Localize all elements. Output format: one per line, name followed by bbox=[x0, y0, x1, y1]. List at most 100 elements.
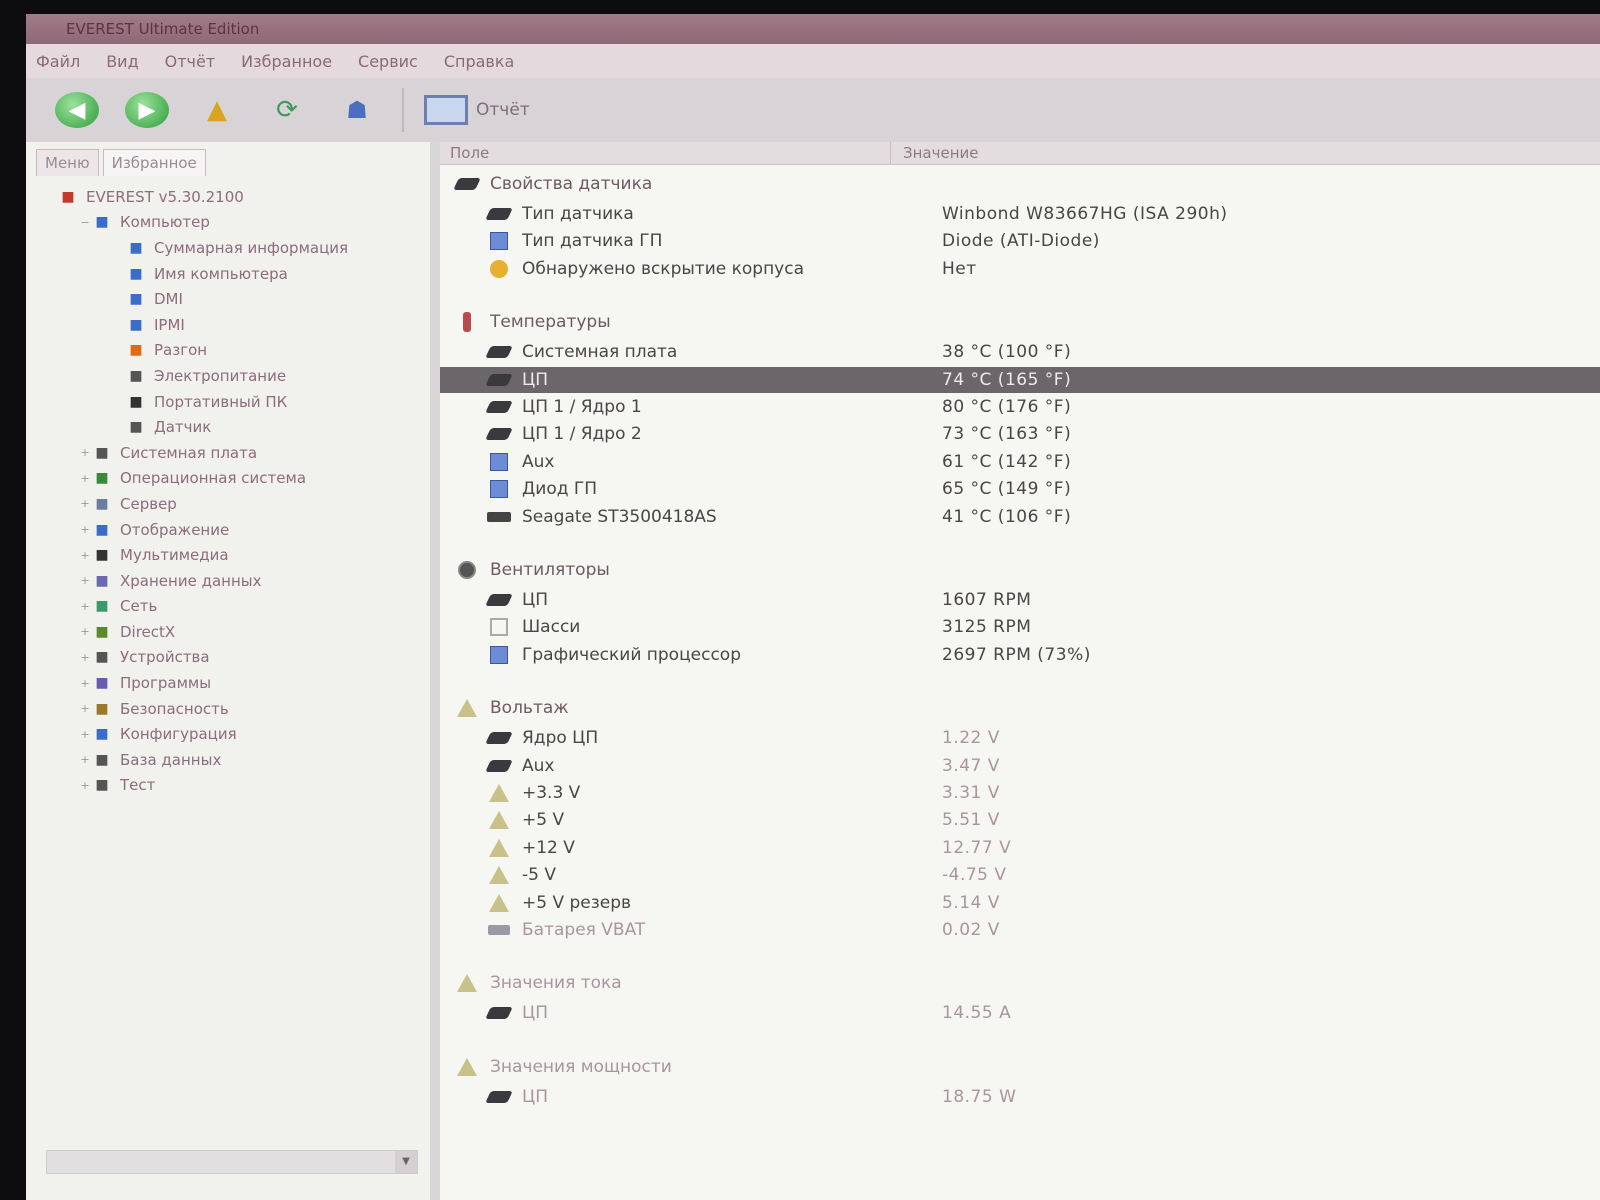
scroll-down-icon[interactable]: ▼ bbox=[395, 1151, 417, 1173]
sensor-row[interactable]: ЦП 74 °C (165 °F) bbox=[440, 366, 1600, 393]
sensor-row[interactable]: +5 V резерв 5.14 V bbox=[440, 890, 1600, 916]
tree-expander[interactable]: + bbox=[78, 677, 92, 690]
section-header[interactable]: Вольтаж bbox=[440, 695, 1600, 721]
motherboard-icon: ■ bbox=[95, 444, 109, 461]
sensor-row[interactable]: Батарея VBAT 0.02 V bbox=[440, 917, 1600, 943]
tree-expander[interactable]: + bbox=[78, 779, 92, 792]
sensor-row[interactable]: +5 V 5.51 V bbox=[440, 807, 1600, 833]
tree-expander[interactable]: + bbox=[78, 574, 92, 587]
sensor-row[interactable]: Seagate ST3500418AS 41 °C (106 °F) bbox=[440, 504, 1600, 530]
tree-expander[interactable]: + bbox=[78, 523, 92, 536]
tree-item[interactable]: ■ Датчик bbox=[26, 414, 430, 440]
tree-expander[interactable]: + bbox=[78, 472, 92, 485]
section-header[interactable]: Температуры bbox=[440, 309, 1600, 335]
sensor-row[interactable]: Обнаружено вскрытие корпуса Нет bbox=[440, 256, 1600, 282]
tab-menu[interactable]: Меню bbox=[36, 149, 99, 176]
tree-item[interactable]: + ■ Конфигурация bbox=[26, 721, 430, 747]
tree-expander[interactable]: + bbox=[78, 753, 92, 766]
voltage-icon bbox=[486, 838, 512, 858]
tree-item[interactable]: ■ DMI bbox=[26, 286, 430, 312]
menu-report[interactable]: Отчёт bbox=[165, 52, 216, 71]
sensor-row[interactable]: Шасси 3125 RPM bbox=[440, 614, 1600, 640]
section-header[interactable]: Значения тока bbox=[440, 970, 1600, 996]
tree-item[interactable]: + ■ Отображение bbox=[26, 517, 430, 543]
back-button[interactable]: ◀ bbox=[52, 88, 102, 132]
tree-item[interactable]: ■ Суммарная информация bbox=[26, 235, 430, 261]
database-icon: ■ bbox=[95, 751, 109, 768]
left-tabs: Меню Избранное bbox=[26, 142, 430, 176]
sensor-row[interactable]: -5 V -4.75 V bbox=[440, 862, 1600, 888]
toolbar: ◀ ▶ ▲ ⟳ ☗ Отчёт bbox=[26, 78, 1600, 143]
tree-item[interactable]: − ■ Компьютер bbox=[26, 210, 430, 236]
sensor-row[interactable]: +12 V 12.77 V bbox=[440, 835, 1600, 861]
tree-expander[interactable]: + bbox=[78, 446, 92, 459]
field-value: 2697 RPM (73%) bbox=[942, 644, 1091, 665]
tree-item[interactable]: ■ Разгон bbox=[26, 338, 430, 364]
tree-item[interactable]: + ■ База данных bbox=[26, 747, 430, 773]
sensor-row[interactable]: ЦП 1 / Ядро 2 73 °C (163 °F) bbox=[440, 421, 1600, 447]
sensor-row[interactable]: Системная плата 38 °C (100 °F) bbox=[440, 339, 1600, 365]
tree-expander[interactable]: − bbox=[78, 216, 92, 229]
report-button[interactable]: Отчёт bbox=[424, 95, 530, 125]
section-header[interactable]: Значения мощности bbox=[440, 1054, 1600, 1080]
tree-item[interactable]: + ■ Хранение данных bbox=[26, 568, 430, 594]
section-header[interactable]: Свойства датчика bbox=[440, 171, 1600, 197]
tree-item[interactable]: + ■ Мультимедиа bbox=[26, 542, 430, 568]
field-label: Графический процессор bbox=[522, 644, 741, 665]
tree-expander[interactable]: + bbox=[78, 728, 92, 741]
tree-expander[interactable]: + bbox=[78, 702, 92, 715]
tree-item[interactable]: + ■ Безопасность bbox=[26, 696, 430, 722]
pane-splitter[interactable] bbox=[430, 142, 440, 1200]
tree-item[interactable]: + ■ Устройства bbox=[26, 645, 430, 671]
sensor-row[interactable]: Тип датчика Winbond W83667HG (ISA 290h) bbox=[440, 201, 1600, 227]
tree-expander[interactable]: + bbox=[78, 549, 92, 562]
tree-item[interactable]: ■ IPMI bbox=[26, 312, 430, 338]
tree-expander[interactable]: + bbox=[78, 625, 92, 638]
refresh-button[interactable]: ⟳ bbox=[262, 88, 312, 132]
sensor-row[interactable]: Тип датчика ГП Diode (ATI-Diode) bbox=[440, 228, 1600, 254]
sensor-row[interactable]: ЦП 1607 RPM bbox=[440, 587, 1600, 613]
tab-favorites[interactable]: Избранное bbox=[102, 149, 206, 176]
sensor-row[interactable]: ЦП 18.75 W bbox=[440, 1084, 1600, 1110]
menu-service[interactable]: Сервис bbox=[358, 52, 418, 71]
sensor-row[interactable]: Aux 61 °C (142 °F) bbox=[440, 449, 1600, 475]
tree-item[interactable]: + ■ Программы bbox=[26, 670, 430, 696]
tree-item[interactable]: + ■ Сервер bbox=[26, 491, 430, 517]
tree-expander[interactable]: + bbox=[78, 497, 92, 510]
tree-item[interactable]: ■ Имя компьютера bbox=[26, 261, 430, 287]
sensor-row[interactable]: +3.3 V 3.31 V bbox=[440, 780, 1600, 806]
up-button[interactable]: ▲ bbox=[192, 88, 242, 132]
chassis-icon bbox=[486, 617, 512, 637]
tree-item[interactable]: + ■ Системная плата bbox=[26, 440, 430, 466]
sensor-row[interactable]: Диод ГП 65 °C (149 °F) bbox=[440, 476, 1600, 502]
section-header[interactable]: Вентиляторы bbox=[440, 557, 1600, 583]
tree-item[interactable]: ■ Портативный ПК bbox=[26, 389, 430, 415]
sensor-row[interactable]: ЦП 14.55 A bbox=[440, 1000, 1600, 1026]
sensor-row[interactable]: Ядро ЦП 1.22 V bbox=[440, 725, 1600, 751]
field-value: 80 °C (176 °F) bbox=[942, 397, 1072, 417]
menu-favorites[interactable]: Избранное bbox=[241, 52, 332, 71]
chip-icon bbox=[485, 424, 513, 444]
tree-item[interactable]: + ■ Тест bbox=[26, 773, 430, 799]
column-value[interactable]: Значение bbox=[891, 142, 1600, 164]
tree-item[interactable]: ■ EVEREST v5.30.2100 bbox=[26, 184, 430, 210]
tree-item[interactable]: + ■ Операционная система bbox=[26, 466, 430, 492]
users-button[interactable]: ☗ bbox=[332, 88, 382, 132]
menu-help[interactable]: Справка bbox=[444, 52, 515, 71]
sensor-row[interactable]: Графический процессор 2697 RPM (73%) bbox=[440, 642, 1600, 668]
field-label: Seagate ST3500418AS bbox=[522, 506, 717, 527]
column-field[interactable]: Поле bbox=[440, 142, 891, 164]
sensor-row[interactable]: ЦП 1 / Ядро 1 80 °C (176 °F) bbox=[440, 394, 1600, 420]
tree-expander[interactable]: + bbox=[78, 651, 92, 664]
tree-item[interactable]: + ■ DirectX bbox=[26, 619, 430, 645]
tree-item-label: Мультимедиа bbox=[120, 546, 229, 565]
horizontal-scrollbar[interactable]: ▼ bbox=[46, 1150, 418, 1174]
forward-button[interactable]: ▶ bbox=[122, 88, 172, 132]
menu-view[interactable]: Вид bbox=[106, 52, 138, 71]
tree-expander[interactable]: + bbox=[78, 600, 92, 613]
sensor-row[interactable]: Aux 3.47 V bbox=[440, 753, 1600, 779]
tree-item[interactable]: + ■ Сеть bbox=[26, 594, 430, 620]
tree-item[interactable]: ■ Электропитание bbox=[26, 363, 430, 389]
storage-icon: ■ bbox=[95, 572, 109, 589]
menu-file[interactable]: Файл bbox=[36, 52, 80, 71]
